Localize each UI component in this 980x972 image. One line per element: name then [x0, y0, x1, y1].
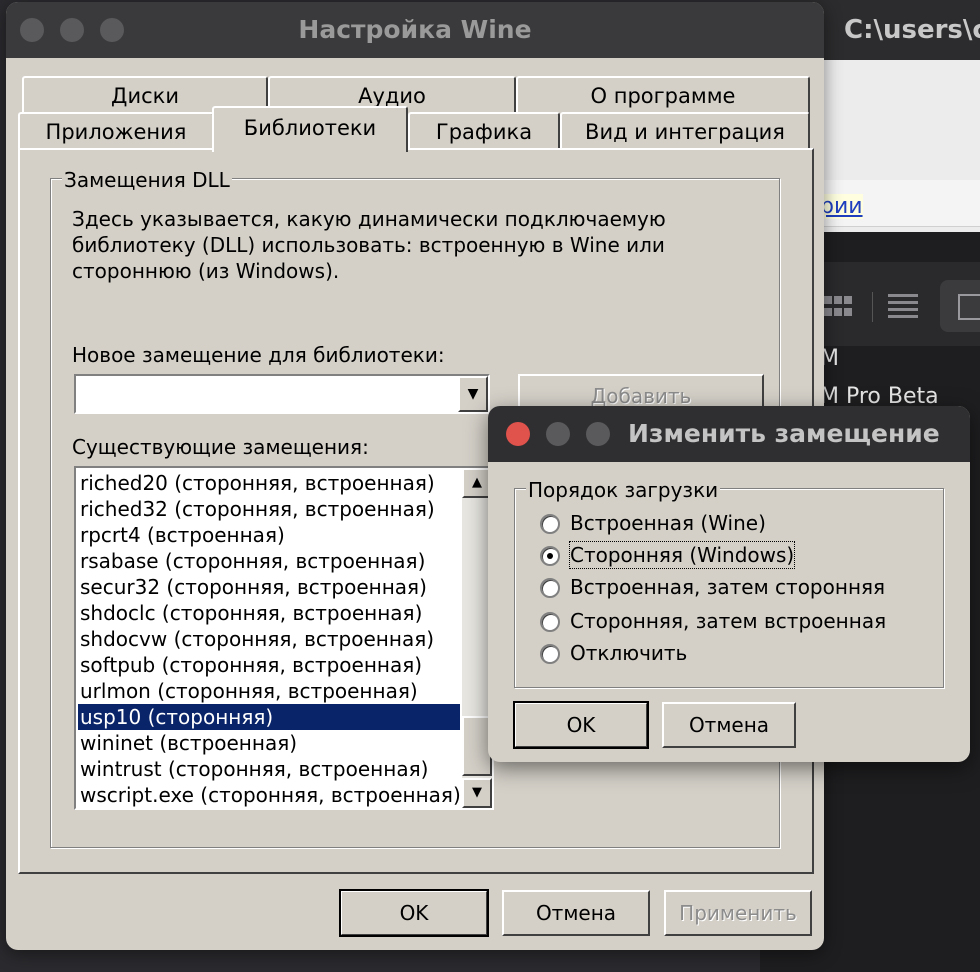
close-dialog-button[interactable] — [506, 422, 530, 446]
tab-about[interactable]: О программе — [516, 76, 810, 116]
cancel-button-label: Отмена — [535, 901, 617, 925]
toolbar-divider — [872, 292, 873, 322]
tab-libraries[interactable]: Библиотеки — [212, 106, 408, 152]
apply-button-label: Применить — [679, 901, 797, 925]
tab-about-label: О программе — [590, 84, 736, 108]
grid-view-icon[interactable] — [824, 296, 852, 318]
list-item[interactable]: riched32 (сторонняя, встроенная) — [78, 496, 460, 522]
list-item[interactable]: shdocvw (сторонняя, встроенная) — [78, 626, 460, 652]
zoom-window-button[interactable] — [100, 18, 124, 42]
list-item[interactable]: softpub (сторонняя, встроенная) — [78, 652, 460, 678]
chevron-down-icon: ▼ — [472, 785, 482, 800]
combobox-dropdown-button[interactable]: ▼ — [458, 376, 488, 412]
tab-graphics-label: Графика — [435, 120, 533, 144]
minimize-window-button[interactable] — [60, 18, 84, 42]
tab-libraries-label: Библиотеки — [243, 116, 377, 140]
load-order-group-title: Порядок загрузки — [526, 478, 721, 502]
tab-drives-label: Диски — [111, 84, 179, 108]
radio-builtin-label[interactable]: Встроенная (Wine) — [570, 510, 766, 536]
zoom-dialog-button[interactable] — [586, 422, 610, 446]
chevron-down-icon: ▼ — [467, 386, 479, 402]
tab-desktop-integration[interactable]: Вид и интеграция — [560, 112, 810, 150]
radio-native-then-builtin-label[interactable]: Сторонняя, затем встроенная — [570, 608, 886, 634]
background-link[interactable]: рии — [820, 194, 863, 219]
scroll-down-button[interactable]: ▼ — [462, 778, 492, 808]
ok-button-label: OK — [399, 901, 429, 925]
cancel-button[interactable]: Отмена — [502, 890, 650, 936]
radio-native-then-builtin[interactable] — [540, 612, 560, 632]
dialog-ok-label: OK — [566, 713, 596, 737]
list-item-selected[interactable]: usp10 (сторонняя) — [78, 704, 460, 730]
edit-override-dialog: Изменить замещение Порядок загрузки Встр… — [488, 406, 970, 762]
radio-builtin-then-native-label[interactable]: Встроенная, затем сторонняя — [570, 574, 885, 600]
tab-desktop-integration-label: Вид и интеграция — [585, 120, 785, 144]
window-titlebar[interactable]: Настройка Wine — [6, 2, 824, 58]
description-line-3: стороннюю (из Windows). — [72, 259, 340, 283]
radio-disable[interactable] — [540, 644, 560, 664]
description-line-1: Здесь указывается, какую динамически под… — [72, 207, 666, 231]
list-item[interactable]: rpcrt4 (встроенная) — [78, 522, 460, 548]
tab-graphics[interactable]: Графика — [408, 112, 560, 150]
dialog-title: Изменить замещение — [628, 419, 940, 448]
tab-audio-label: Аудио — [358, 84, 426, 108]
dialog-cancel-label: Отмена — [688, 713, 770, 737]
list-item[interactable]: urlmon (сторонняя, встроенная) — [78, 678, 460, 704]
list-item[interactable]: wininet (встроенная) — [78, 730, 460, 756]
radio-native[interactable] — [540, 546, 560, 566]
list-item[interactable]: wscript.exe (сторонняя, встроенная) — [78, 782, 461, 808]
tab-applications[interactable]: Приложения — [18, 112, 214, 150]
add-override-button-label: Добавить — [590, 384, 692, 408]
dialog-ok-button[interactable]: OK — [513, 701, 649, 749]
window-title: Настройка Wine — [298, 15, 532, 44]
apply-button[interactable]: Применить — [664, 890, 812, 936]
list-item[interactable]: shdoclc (сторонняя, встроенная) — [78, 600, 460, 626]
list-item[interactable]: riched20 (сторонняя, встроенная) — [78, 470, 460, 496]
radio-native-label[interactable]: Сторонняя (Windows) — [568, 541, 796, 569]
tab-applications-label: Приложения — [45, 120, 187, 144]
radio-disable-label[interactable]: Отключить — [570, 640, 687, 666]
radio-builtin[interactable] — [540, 514, 560, 534]
split-view-icon[interactable] — [940, 280, 980, 332]
chevron-up-icon: ▲ — [472, 475, 482, 490]
radio-builtin-then-native[interactable] — [540, 578, 560, 598]
dialog-cancel-button[interactable]: Отмена — [662, 702, 796, 748]
description-line-2: библиотеку (DLL) использовать: встроенну… — [72, 233, 665, 257]
new-override-label: Новое замещение для библиотеки: — [72, 343, 445, 367]
new-override-combobox[interactable]: ▼ — [74, 374, 490, 414]
list-item[interactable]: secur32 (сторонняя, встроенная) — [78, 574, 460, 600]
existing-overrides-label: Существующие замещения: — [72, 435, 369, 459]
ok-button[interactable]: OK — [339, 889, 489, 937]
existing-overrides-list[interactable]: riched20 (сторонняя, встроенная) riched3… — [74, 466, 494, 810]
close-window-button[interactable] — [20, 18, 44, 42]
list-view-icon[interactable] — [888, 294, 918, 318]
minimize-dialog-button[interactable] — [546, 422, 570, 446]
dll-overrides-group-title: Замещения DLL — [62, 168, 232, 192]
list-item[interactable]: wintrust (сторонняя, встроенная) — [78, 756, 460, 782]
list-item[interactable]: rsabase (сторонняя, встроенная) — [78, 548, 460, 574]
